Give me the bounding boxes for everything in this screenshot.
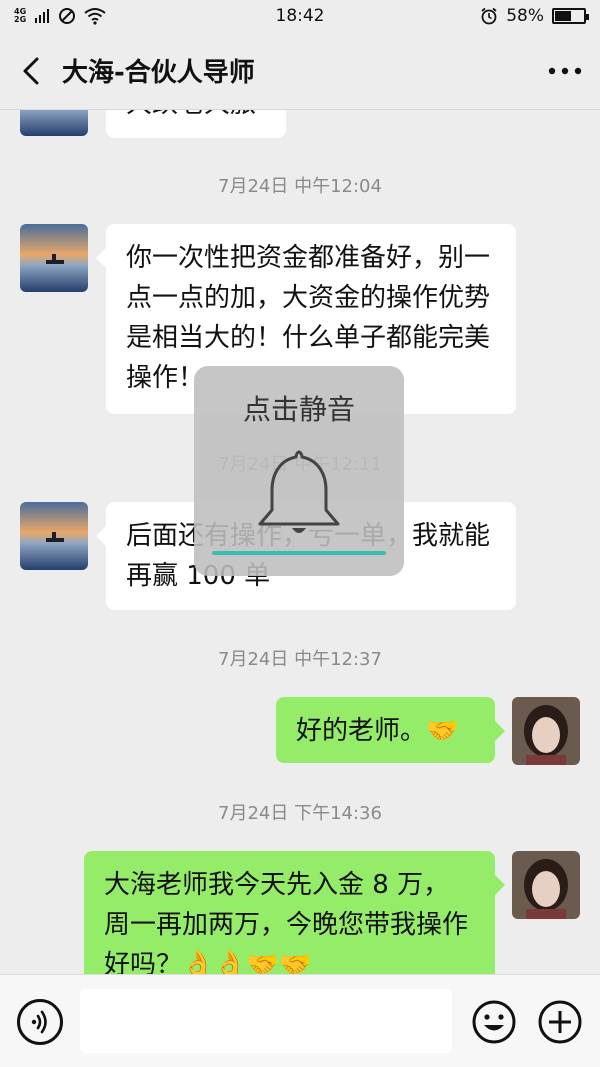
chat-title: 大海-合伙人导师	[62, 58, 255, 88]
contact-avatar[interactable]	[20, 502, 88, 570]
avatar-portrait-image	[512, 697, 580, 765]
mute-popup[interactable]: 点击静音	[194, 366, 404, 576]
mute-label: 点击静音	[242, 393, 355, 426]
mute-progress-bar	[212, 551, 386, 555]
voice-icon	[31, 1010, 47, 1034]
dnd-icon	[59, 8, 76, 24]
network-label-bottom: 2G	[14, 15, 27, 24]
alarm-icon	[481, 7, 497, 25]
avatar-portrait-image	[512, 851, 580, 919]
avatar-sea-image	[20, 110, 88, 136]
more-button[interactable]	[530, 32, 600, 110]
user-avatar[interactable]	[512, 697, 580, 765]
avatar-sea-image	[20, 224, 88, 292]
plus-circle-icon	[538, 1000, 582, 1044]
message-input[interactable]	[80, 989, 452, 1053]
contact-avatar[interactable]	[20, 224, 88, 292]
voice-input-button[interactable]	[17, 999, 63, 1045]
emoji-icon	[472, 1000, 516, 1044]
chevron-left-icon	[23, 57, 39, 84]
message-text: 大跌老大旅	[126, 110, 266, 124]
message-text: 好的老师。🤝	[296, 716, 459, 746]
contact-avatar[interactable]	[20, 110, 88, 136]
more-dots-icon	[548, 67, 582, 74]
battery-icon	[552, 8, 589, 24]
signal-icon	[35, 9, 50, 23]
input-bar	[0, 974, 600, 1067]
message-timestamp: 7月24日 中午12:37	[218, 649, 382, 670]
message-bubble-outgoing[interactable]: 大海老师我今天先入金 8 万，周一再加两万，今晚您带我操作好吗？👌👌🤝🤝	[84, 851, 505, 974]
message-text: 大海老师我今天先入金 8 万，周一再加两万，今晚您带我操作好吗？👌👌🤝🤝	[104, 870, 469, 974]
status-left: 4G 2G	[14, 7, 106, 25]
user-avatar[interactable]	[512, 851, 580, 919]
message-timestamp: 7月24日 下午14:36	[218, 803, 382, 824]
add-button[interactable]	[537, 999, 583, 1045]
emoji-button[interactable]	[471, 999, 517, 1045]
status-right: 58%	[480, 6, 589, 26]
back-button[interactable]	[0, 32, 62, 110]
avatar-sea-image	[20, 502, 88, 570]
bell-icon	[258, 450, 340, 533]
battery-percent: 58%	[506, 6, 544, 26]
wifi-icon	[84, 8, 106, 25]
battery-fill	[555, 11, 571, 21]
message-bubble-outgoing[interactable]: 好的老师。🤝	[276, 697, 505, 763]
status-bar: 4G 2G 18:42 58%	[0, 0, 600, 32]
chat-header: 大海-合伙人导师	[0, 32, 600, 110]
message-bubble-incoming[interactable]: 大跌老大旅	[106, 110, 286, 138]
network-type: 4G 2G	[14, 8, 26, 24]
message-timestamp: 7月24日 中午12:04	[218, 176, 382, 197]
